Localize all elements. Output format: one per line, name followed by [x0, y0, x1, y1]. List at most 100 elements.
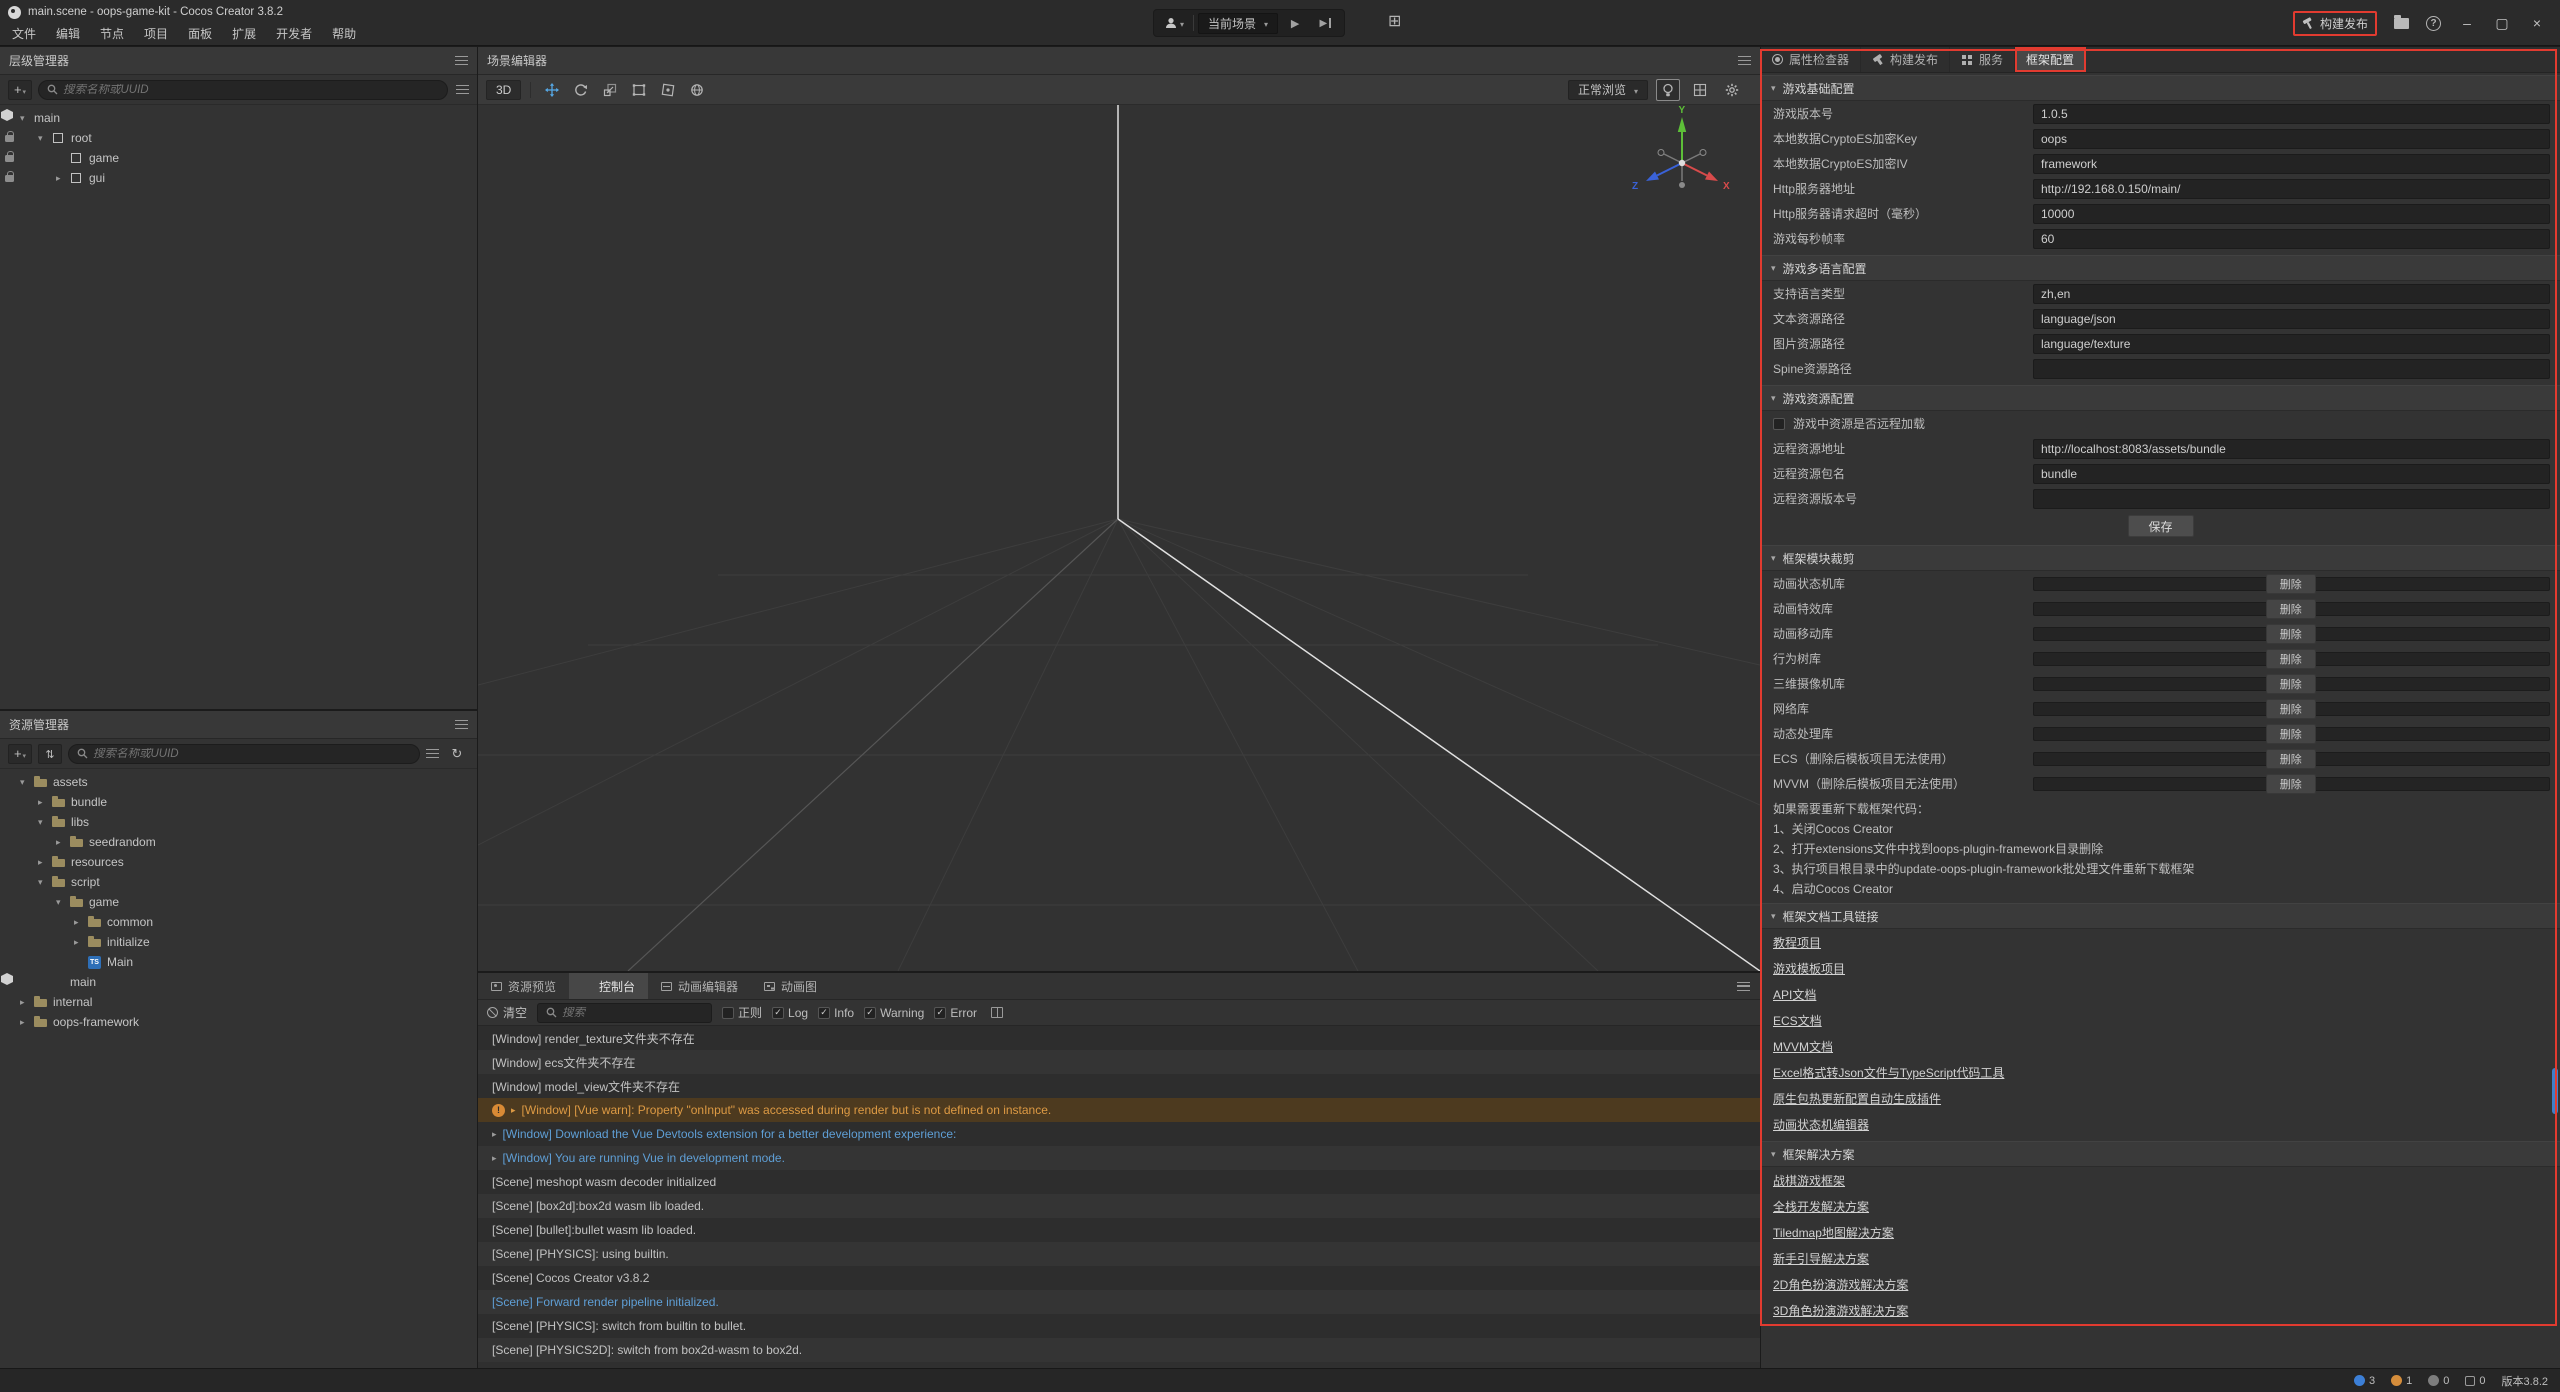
- asset-node[interactable]: ▸ oops-framework: [0, 1012, 477, 1032]
- console-log-row[interactable]: [Scene] [PHYSICS]: using builtin.: [478, 1242, 1760, 1266]
- grid-toggle-button[interactable]: [1688, 79, 1712, 101]
- field-input[interactable]: [2033, 204, 2550, 224]
- console-layout-icon[interactable]: [991, 1007, 1003, 1018]
- hierarchy-node[interactable]: ▾ root: [0, 128, 477, 148]
- task-count[interactable]: 0: [2465, 1375, 2485, 1387]
- scrollbar-thumb[interactable]: [2552, 1068, 2558, 1114]
- filter-icon[interactable]: [456, 85, 469, 94]
- rect-tool-button[interactable]: [627, 79, 651, 101]
- console-search-input[interactable]: [562, 1007, 703, 1019]
- checkbox-checked-icon[interactable]: [864, 1007, 876, 1019]
- doc-link[interactable]: 原生包热更新配置自动生成插件: [1773, 1090, 1941, 1107]
- lock-icon[interactable]: [5, 155, 14, 163]
- solution-link[interactable]: 2D角色扮演游戏解决方案: [1773, 1276, 1908, 1293]
- expand-arrow-icon[interactable]: ▸: [56, 837, 69, 848]
- log-expander-icon[interactable]: ▸: [492, 1129, 497, 1140]
- menu-item[interactable]: 项目: [134, 25, 178, 42]
- console-log-row[interactable]: [Scene] [box2d]:box2d wasm lib loaded.: [478, 1194, 1760, 1218]
- inspector-tab[interactable]: 服务: [1950, 47, 2015, 72]
- menu-item[interactable]: 节点: [90, 25, 134, 42]
- console-tab[interactable]: 动画图: [751, 973, 830, 999]
- step-button[interactable]: [1312, 12, 1338, 34]
- asset-node[interactable]: main: [0, 972, 477, 992]
- console-log-row[interactable]: ▸ [Window] Download the Vue Devtools ext…: [478, 1122, 1760, 1146]
- transform-tool-button[interactable]: [656, 79, 680, 101]
- console-log-row[interactable]: [Scene] [PHYSICS2D]: switch from box2d-w…: [478, 1338, 1760, 1362]
- axis-gizmo[interactable]: Y X Z: [1622, 105, 1742, 223]
- log-expander-icon[interactable]: ▸: [511, 1105, 516, 1116]
- section-header[interactable]: 框架模块裁剪: [1761, 545, 2560, 571]
- doc-link[interactable]: ECS文档: [1773, 1012, 1822, 1029]
- console-log-row[interactable]: [Scene] meshopt wasm decoder initialized: [478, 1170, 1760, 1194]
- menu-item[interactable]: 开发者: [266, 25, 322, 42]
- panel-menu-icon[interactable]: [1738, 56, 1751, 65]
- hierarchy-node[interactable]: ▾ main: [0, 108, 477, 128]
- pivot-toggle-button[interactable]: [685, 79, 709, 101]
- field-input[interactable]: [2033, 359, 2550, 379]
- field-input[interactable]: [2033, 489, 2550, 509]
- current-scene-select[interactable]: 当前场景: [1198, 13, 1278, 34]
- log-filter-toggle[interactable]: Log: [772, 1006, 808, 1020]
- doc-link[interactable]: Excel格式转Json文件与TypeScript代码工具: [1773, 1064, 2004, 1081]
- layout-button[interactable]: [1388, 11, 1401, 31]
- module-delete-button[interactable]: 删除: [2266, 749, 2316, 769]
- asset-node[interactable]: Main: [0, 952, 477, 972]
- solution-link[interactable]: 战棋游戏框架: [1773, 1172, 1845, 1189]
- filter-icon[interactable]: [426, 749, 439, 758]
- field-input[interactable]: [2033, 334, 2550, 354]
- module-delete-button[interactable]: 删除: [2266, 699, 2316, 719]
- checkbox-unchecked-icon[interactable]: [722, 1007, 734, 1019]
- assets-search[interactable]: [68, 744, 420, 764]
- rotate-tool-button[interactable]: [569, 79, 593, 101]
- expand-arrow-icon[interactable]: ▸: [38, 857, 51, 868]
- expand-arrow-icon[interactable]: ▾: [20, 777, 33, 788]
- log-expander-icon[interactable]: ▸: [492, 1153, 497, 1164]
- field-input[interactable]: [2033, 464, 2550, 484]
- log-filter-toggle[interactable]: Error: [934, 1006, 977, 1020]
- expand-arrow-icon[interactable]: ▸: [74, 917, 87, 928]
- expand-arrow-icon[interactable]: ▸: [38, 797, 51, 808]
- info-count[interactable]: 3: [2354, 1375, 2375, 1387]
- solution-link[interactable]: Tiledmap地图解决方案: [1773, 1224, 1894, 1241]
- error-count[interactable]: 0: [2428, 1375, 2449, 1387]
- panel-menu-icon[interactable]: [455, 720, 468, 729]
- solution-link[interactable]: 3D角色扮演游戏解决方案: [1773, 1302, 1908, 1319]
- asset-node[interactable]: ▾ assets: [0, 772, 477, 792]
- checkbox-checked-icon[interactable]: [818, 1007, 830, 1019]
- panel-menu-icon[interactable]: [1737, 982, 1750, 991]
- scene-settings-button[interactable]: [1720, 79, 1744, 101]
- asset-node[interactable]: ▸ internal: [0, 992, 477, 1012]
- inspector-tab[interactable]: 构建发布: [1861, 47, 1950, 72]
- asset-node[interactable]: ▾ game: [0, 892, 477, 912]
- field-input[interactable]: [2033, 104, 2550, 124]
- assets-search-input[interactable]: [93, 748, 411, 760]
- field-input[interactable]: [2033, 179, 2550, 199]
- inspector-tab[interactable]: 属性检查器: [1761, 47, 1861, 72]
- asset-node[interactable]: ▸ bundle: [0, 792, 477, 812]
- section-header[interactable]: 框架文档工具链接: [1761, 903, 2560, 929]
- scene-viewport[interactable]: Y X Z: [478, 105, 1760, 971]
- build-publish-button[interactable]: 构建发布: [2293, 11, 2377, 36]
- expand-arrow-icon[interactable]: ▾: [20, 113, 33, 124]
- section-header[interactable]: 框架解决方案: [1761, 1141, 2560, 1167]
- refresh-assets-button[interactable]: [445, 744, 469, 764]
- asset-node[interactable]: ▾ script: [0, 872, 477, 892]
- add-node-button[interactable]: [8, 80, 32, 100]
- menu-item[interactable]: 面板: [178, 25, 222, 42]
- doc-link[interactable]: 教程项目: [1773, 934, 1821, 951]
- remote-load-checkbox[interactable]: [1773, 418, 1785, 430]
- log-filter-toggle[interactable]: Warning: [864, 1006, 924, 1020]
- help-icon[interactable]: [2426, 16, 2441, 31]
- console-log-row[interactable]: [Scene] Forward render pipeline initiali…: [478, 1290, 1760, 1314]
- module-delete-button[interactable]: 删除: [2266, 774, 2316, 794]
- save-button[interactable]: 保存: [2128, 515, 2194, 537]
- section-header[interactable]: 游戏多语言配置: [1761, 255, 2560, 281]
- doc-link[interactable]: 动画状态机编辑器: [1773, 1116, 1869, 1133]
- inspector-tab[interactable]: 框架配置: [2015, 47, 2086, 72]
- console-log-row[interactable]: [Scene] [PHYSICS]: switch from builtin t…: [478, 1314, 1760, 1338]
- field-input[interactable]: [2033, 154, 2550, 174]
- panel-menu-icon[interactable]: [455, 56, 468, 65]
- expand-arrow-icon[interactable]: ▾: [38, 133, 51, 144]
- expand-arrow-icon[interactable]: ▾: [38, 817, 51, 828]
- expand-arrow-icon[interactable]: ▸: [20, 997, 33, 1008]
